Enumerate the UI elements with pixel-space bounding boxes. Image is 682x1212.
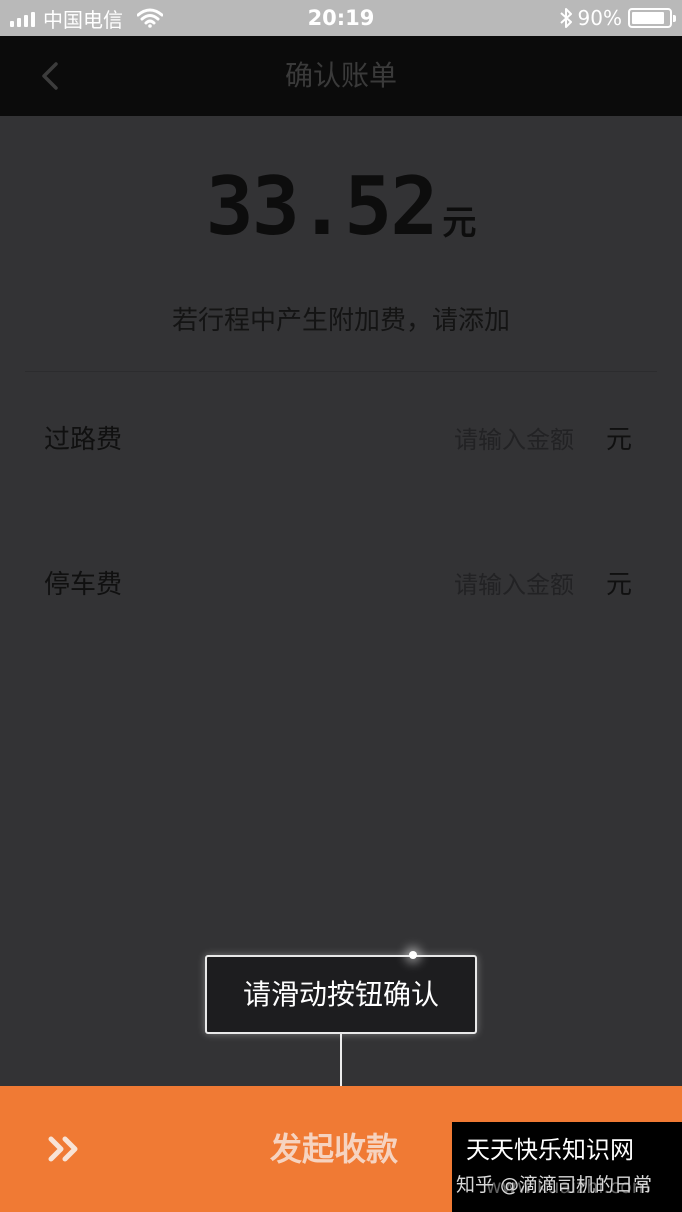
nav-bar: 确认账单 bbox=[0, 36, 682, 116]
swipe-tooltip: 请滑动按钮确认 bbox=[205, 955, 477, 1034]
amount-value: 33.52 bbox=[205, 160, 439, 253]
fee-label-toll: 过路费 bbox=[44, 425, 123, 455]
battery-percent: 90% bbox=[577, 6, 622, 30]
toll-amount-input[interactable] bbox=[384, 422, 574, 458]
page-title: 确认账单 bbox=[284, 59, 397, 92]
battery-icon bbox=[628, 8, 676, 28]
battery-fill bbox=[632, 12, 665, 24]
parking-amount-input[interactable] bbox=[384, 567, 574, 603]
tooltip-dot bbox=[409, 951, 417, 959]
back-button[interactable] bbox=[30, 56, 70, 96]
watermark-title: 天天快乐知识网 bbox=[466, 1136, 634, 1164]
fee-row-toll: 过路费 元 bbox=[44, 420, 632, 460]
fee-row-parking: 停车费 元 bbox=[44, 565, 632, 605]
divider bbox=[25, 371, 657, 372]
bluetooth-icon bbox=[559, 8, 572, 28]
bill-amount: 33.52 元 bbox=[0, 160, 682, 253]
tooltip-pointer-line bbox=[340, 1034, 342, 1086]
fee-label-parking: 停车费 bbox=[44, 570, 123, 600]
chevron-left-icon bbox=[42, 62, 58, 90]
extra-fee-hint: 若行程中产生附加费，请添加 bbox=[171, 306, 510, 336]
fee-unit-toll: 元 bbox=[605, 425, 632, 455]
slider-label: 发起收款 bbox=[270, 1130, 399, 1168]
fee-unit-parking: 元 bbox=[605, 570, 632, 600]
watermark: 天天快乐知识网 www.kuaizhi.com 知乎 @滴滴司机的日常 bbox=[452, 1122, 682, 1212]
status-bar: 中国电信 20:19 90% bbox=[0, 0, 682, 36]
double-chevron-right-icon[interactable] bbox=[46, 1126, 86, 1172]
status-right: 90% bbox=[559, 0, 676, 36]
amount-unit: 元 bbox=[442, 203, 477, 243]
watermark-subtitle: 知乎 @滴滴司机的日常 bbox=[456, 1174, 653, 1196]
